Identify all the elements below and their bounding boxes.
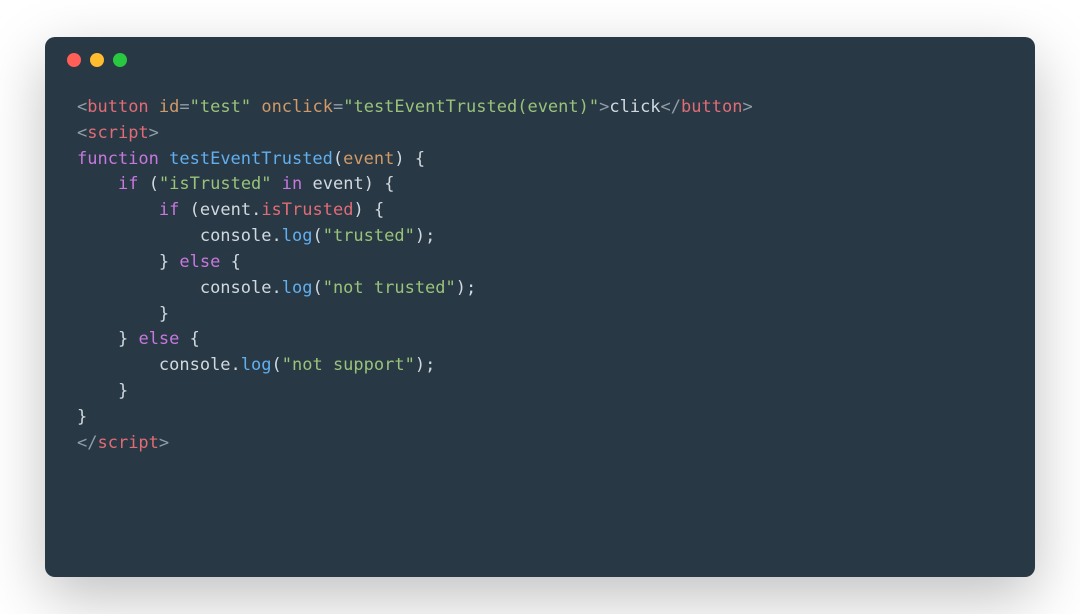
code-line-8: console.log("not trusted"); — [77, 278, 476, 298]
code-line-9: } — [77, 304, 169, 324]
code-line-3: function testEventTrusted(event) { — [77, 149, 425, 169]
code-line-12: } — [77, 381, 128, 401]
code-window: <button id="test" onclick="testEventTrus… — [45, 37, 1035, 577]
code-line-1: <button id="test" onclick="testEventTrus… — [77, 97, 753, 117]
code-line-7: } else { — [77, 252, 241, 272]
close-dot-icon[interactable] — [67, 53, 81, 67]
code-line-10: } else { — [77, 329, 200, 349]
minimize-dot-icon[interactable] — [90, 53, 104, 67]
code-line-6: console.log("trusted"); — [77, 226, 435, 246]
code-line-13: } — [77, 407, 87, 427]
code-content[interactable]: <button id="test" onclick="testEventTrus… — [45, 83, 1035, 577]
window-titlebar — [45, 37, 1035, 83]
code-line-14: </script> — [77, 433, 169, 453]
code-line-2: <script> — [77, 123, 159, 143]
code-line-11: console.log("not support"); — [77, 355, 435, 375]
code-line-4: if ("isTrusted" in event) { — [77, 174, 394, 194]
code-line-5: if (event.isTrusted) { — [77, 200, 384, 220]
maximize-dot-icon[interactable] — [113, 53, 127, 67]
